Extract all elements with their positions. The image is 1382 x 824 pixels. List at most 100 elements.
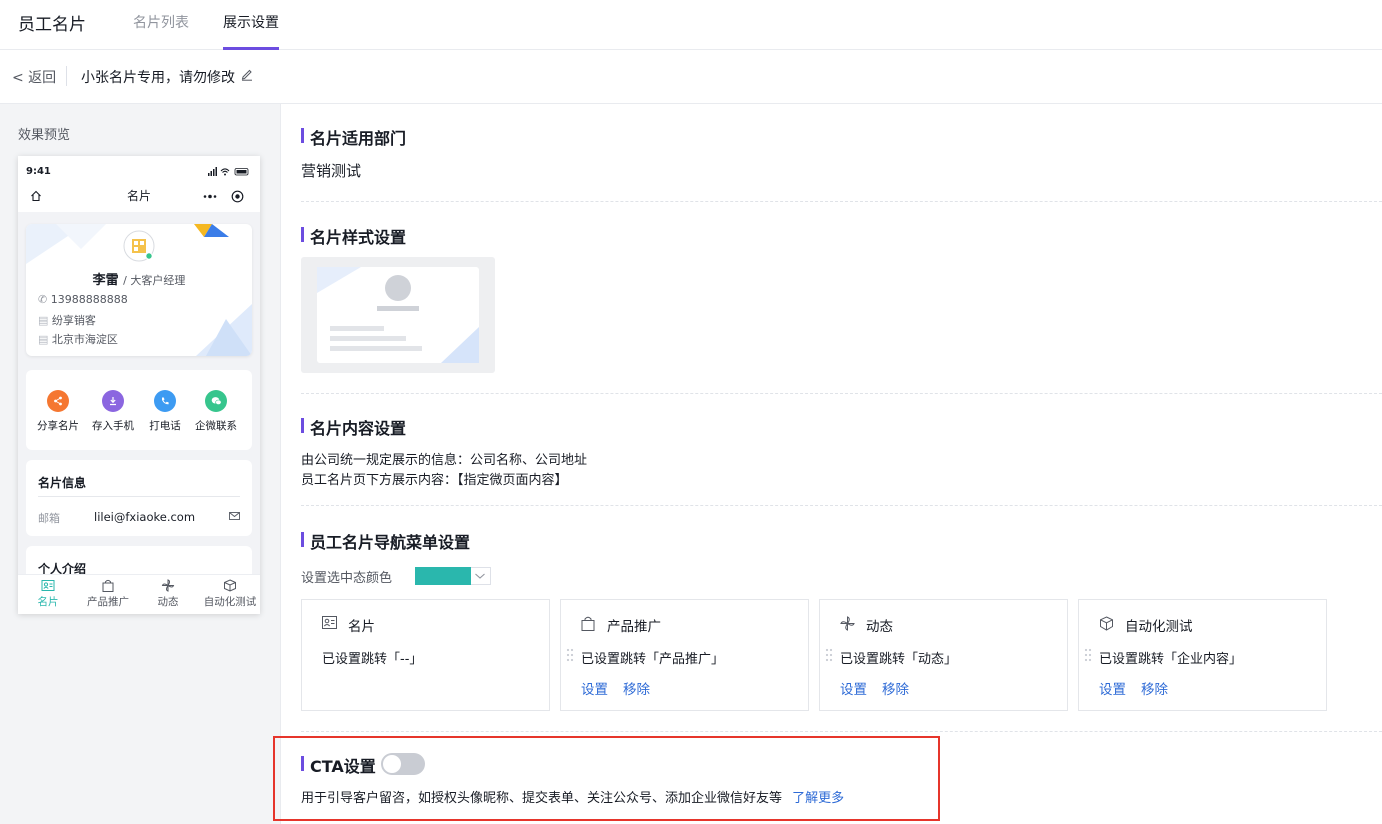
card-address: 北京市海淀区 <box>51 333 118 346</box>
back-button[interactable]: < 返回 <box>12 67 56 87</box>
dept-value: 营销测试 <box>301 162 362 180</box>
nav-item-desc: 已设置跳转「产品推广」 <box>581 652 725 667</box>
learn-more-link[interactable]: 了解更多 <box>792 791 844 806</box>
cta-settings-section: CTA设置 用于引导客户留咨，如授权头像昵称、提交表单、关注公众号、添加企业微信… <box>273 736 940 821</box>
nav-item-title: 动态 <box>866 619 893 635</box>
nav-item-desc: 已设置跳转「企业内容」 <box>1099 652 1243 667</box>
nav-item-set-button[interactable]: 设置 <box>581 678 608 698</box>
app-title: 员工名片 <box>18 15 86 35</box>
qr-avatar-icon <box>123 230 155 262</box>
section-title-cta: CTA设置 <box>301 753 376 777</box>
nav-item-set-button[interactable]: 设置 <box>1099 678 1126 698</box>
preview-panel: 效果预览 9:41 名片 李雷 / 大客户经理 ✆ 13988888888 ▤ … <box>0 104 281 824</box>
drag-handle-icon[interactable] <box>1084 647 1092 663</box>
address-icon: ▤ <box>38 333 49 346</box>
signal-wifi-battery-icon <box>208 167 249 176</box>
drag-handle-icon[interactable] <box>825 647 833 663</box>
card-template-title: 小张名片专用，请勿修改 <box>81 70 235 86</box>
nav-item-set-button[interactable]: 设置 <box>840 678 867 698</box>
cta-description: 用于引导客户留咨，如授权头像昵称、提交表单、关注公众号、添加企业微信好友等 了解… <box>301 787 844 806</box>
section-title-dept: 名片适用部门 <box>301 125 406 149</box>
card-phone-line: ✆ 13988888888 <box>38 293 128 306</box>
action-share-card: 分享名片 <box>32 390 84 433</box>
phone-tab-bar: 名片 产品推广 动态 自动化测试 <box>18 574 260 614</box>
divider <box>301 393 1382 394</box>
pinwheel-icon <box>161 579 175 592</box>
business-card-preview: 李雷 / 大客户经理 ✆ 13988888888 ▤ 纷享销客 ▤ 北京市海淀区 <box>26 224 252 356</box>
nav-item-remove-button[interactable]: 移除 <box>623 678 650 698</box>
nav-menu-item-card[interactable]: 名片 已设置跳转「--」 <box>301 599 550 711</box>
action-call: 打电话 <box>139 390 191 433</box>
action-label: 分享名片 <box>37 420 79 432</box>
nav-item-remove-button[interactable]: 移除 <box>882 678 909 698</box>
phone-tab-label: 动态 <box>157 596 179 608</box>
download-icon <box>102 390 124 412</box>
company-icon: ▤ <box>38 314 49 327</box>
chevron-down-icon <box>475 573 485 579</box>
nav-item-desc: 已设置跳转「动态」 <box>840 652 958 667</box>
pinwheel-icon <box>840 616 855 631</box>
phone-tab-card: 名片 <box>18 579 78 609</box>
section-title-content: 名片内容设置 <box>301 415 406 439</box>
target-icon <box>231 190 244 203</box>
color-dropdown-button[interactable] <box>471 567 491 585</box>
action-wecom-contact: 企微联系 <box>190 390 242 433</box>
phone-nav-title: 名片 <box>126 189 151 203</box>
box-icon <box>1100 616 1113 631</box>
more-icon <box>203 194 217 199</box>
card-info-title: 名片信息 <box>38 476 87 490</box>
settings-content: 名片适用部门 营销测试 名片样式设置 名片内容设置 由公司统一规定展示的信息：公… <box>281 104 1382 824</box>
phone-preview: 9:41 名片 李雷 / 大客户经理 ✆ 13988888888 ▤ 纷享销客 … <box>18 156 260 614</box>
card-person-name: 李雷 / 大客户经理 <box>26 269 252 288</box>
nav-item-title: 产品推广 <box>607 619 661 635</box>
phone-nav-bar: 名片 <box>18 182 260 212</box>
person-name: 李雷 <box>92 273 119 288</box>
cta-toggle[interactable] <box>381 753 425 775</box>
bag-icon <box>581 616 595 631</box>
nav-menu-item-news[interactable]: 动态 已设置跳转「动态」 设置 移除 <box>819 599 1068 711</box>
phone-tab-label: 名片 <box>37 596 59 608</box>
card-address-line: ▤ 北京市海淀区 <box>38 331 118 347</box>
cta-desc-text: 用于引导客户留咨，如授权头像昵称、提交表单、关注公众号、添加企业微信好友等 <box>301 791 783 806</box>
nav-menu-item-product[interactable]: 产品推广 已设置跳转「产品推广」 设置 移除 <box>560 599 809 711</box>
share-icon <box>47 390 69 412</box>
tab-card-list[interactable]: 名片列表 <box>133 12 189 32</box>
preview-label: 效果预览 <box>18 128 71 143</box>
card-info-section: 名片信息 邮箱 lilei@fxiaoke.com <box>26 460 252 536</box>
tab-display-settings[interactable]: 展示设置 <box>223 12 279 32</box>
toggle-knob <box>383 755 401 773</box>
nav-item-title: 自动化测试 <box>1125 619 1193 635</box>
chat-icon <box>205 390 227 412</box>
divider <box>301 731 1382 732</box>
nav-item-remove-button[interactable]: 移除 <box>1141 678 1168 698</box>
content-rule-line1: 由公司统一规定展示的信息：公司名称、公司地址 <box>301 453 588 468</box>
nav-menu-item-automation[interactable]: 自动化测试 已设置跳转「企业内容」 设置 移除 <box>1078 599 1327 711</box>
phone-call-icon <box>154 390 176 412</box>
phone-tab-news: 动态 <box>138 579 198 609</box>
bag-icon <box>102 579 114 592</box>
divider <box>38 496 240 497</box>
card-style-preview-image <box>317 267 479 363</box>
nav-item-desc: 已设置跳转「--」 <box>322 652 423 667</box>
drag-handle-icon[interactable] <box>566 647 574 663</box>
nav-item-title: 名片 <box>348 619 375 635</box>
action-save-contact: 存入手机 <box>87 390 139 433</box>
card-phone: 13988888888 <box>50 293 128 306</box>
card-company: 纷享销客 <box>51 314 96 327</box>
phone-icon: ✆ <box>38 293 48 306</box>
selected-color-swatch[interactable] <box>415 567 471 585</box>
card-company-line: ▤ 纷享销客 <box>38 312 96 328</box>
divider <box>66 66 67 86</box>
card-style-thumbnail[interactable] <box>301 257 495 373</box>
mail-icon <box>229 512 240 520</box>
edit-icon[interactable] <box>240 67 254 81</box>
selected-color-label: 设置选中态颜色 <box>301 571 393 586</box>
card-actions: 分享名片 存入手机 打电话 企微联系 <box>26 370 252 450</box>
phone-status-bar: 9:41 <box>18 156 260 182</box>
person-role: / 大客户经理 <box>123 274 186 287</box>
box-icon <box>224 579 236 592</box>
card-icon <box>322 616 337 629</box>
action-label: 打电话 <box>149 420 181 432</box>
content-rule-line2: 员工名片页下方展示内容：【指定微页面内容】 <box>301 473 568 488</box>
email-value: lilei@fxiaoke.com <box>94 510 196 524</box>
